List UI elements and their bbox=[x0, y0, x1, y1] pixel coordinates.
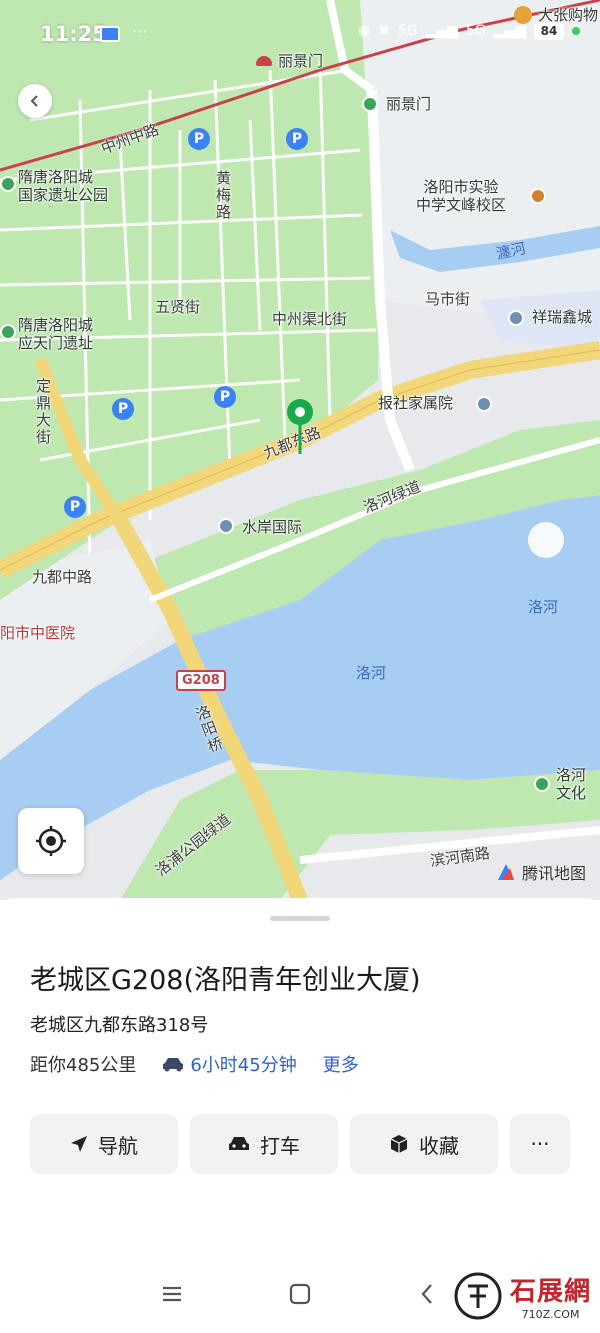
mute-icon: ✖ bbox=[378, 23, 390, 39]
place-meta-row: 距你485公里 6小时45分钟 更多 bbox=[30, 1051, 359, 1077]
favorite-label: 收藏 bbox=[419, 1133, 459, 1158]
notification-app-icon bbox=[100, 26, 120, 42]
map-view[interactable]: 丽景门 丽景门 中州中路 隋唐洛阳城 国家遗址公园 黄梅路 洛阳市实验 中学文峰… bbox=[0, 0, 600, 900]
taxi-label: 打车 bbox=[260, 1133, 300, 1158]
my-location-button[interactable] bbox=[18, 808, 84, 874]
map-label-xiangruixin[interactable]: 祥瑞鑫城 bbox=[532, 308, 592, 326]
status-bar: 11:25 ··· ◉ ✖ 5G ▂▄▆ 5G ▂▄▆ 84 bbox=[0, 0, 600, 64]
tencent-map-logo-icon bbox=[497, 864, 514, 880]
place-address: 老城区九都东路318号 bbox=[30, 1015, 209, 1036]
signal-icon: ▂▄▆ bbox=[425, 23, 458, 39]
residential-icon[interactable] bbox=[508, 310, 524, 326]
signal-icon: ▂▄▆ bbox=[493, 23, 526, 39]
watermark-seal-icon bbox=[454, 1272, 502, 1320]
navigation-arrow-icon bbox=[71, 1136, 87, 1152]
car-icon bbox=[163, 1058, 184, 1072]
route-shield-g208: G208 bbox=[176, 670, 226, 691]
back-icon[interactable] bbox=[416, 1282, 440, 1306]
crosshair-icon bbox=[36, 826, 66, 856]
scenic-icon[interactable] bbox=[362, 96, 378, 112]
map-label-lijingmen-poi[interactable]: 丽景门 bbox=[386, 95, 431, 113]
watermark-brand: 石展網 bbox=[510, 1277, 592, 1307]
map-label-mashi-jie: 马市街 bbox=[425, 290, 471, 308]
place-detail-sheet[interactable]: 老城区G208(洛阳青年创业大厦) 老城区九都东路318号 距你485公里 6小… bbox=[0, 898, 600, 1210]
parking-icon[interactable]: P bbox=[286, 128, 308, 150]
map-label-luohe-culture[interactable]: 洛河 文化 bbox=[556, 766, 586, 802]
battery-level: 84 bbox=[534, 22, 564, 40]
map-label-baoshe[interactable]: 报社家属院 bbox=[378, 394, 453, 412]
status-time: 11:25 bbox=[40, 22, 107, 46]
map-label-luohe-east: 洛河 bbox=[528, 598, 559, 616]
privacy-indicator bbox=[572, 27, 580, 35]
network-label-2: 5G bbox=[465, 23, 486, 39]
map-label-wuxian-jie: 五贤街 bbox=[155, 298, 201, 316]
map-label-dingding-dajie: 定鼎大街 bbox=[34, 378, 52, 446]
parking-icon[interactable]: P bbox=[64, 496, 86, 518]
distance-text: 距你485公里 bbox=[30, 1055, 137, 1076]
more-options-label: ··· bbox=[530, 1132, 550, 1156]
drive-time[interactable]: 6小时45分钟 bbox=[162, 1051, 297, 1077]
taxi-button[interactable]: 打车 bbox=[190, 1114, 338, 1174]
residential-icon[interactable] bbox=[476, 396, 492, 412]
parking-icon[interactable]: P bbox=[214, 386, 236, 408]
more-notifications-icon: ··· bbox=[132, 22, 148, 41]
parking-icon[interactable]: P bbox=[112, 398, 134, 420]
car-icon bbox=[229, 1137, 249, 1150]
selected-location-marker[interactable] bbox=[286, 398, 314, 456]
map-label-yingtianmen[interactable]: 隋唐洛阳城 应天门遗址 bbox=[18, 316, 93, 352]
back-button[interactable] bbox=[18, 84, 52, 118]
scenic-icon[interactable] bbox=[0, 324, 16, 340]
navigate-label: 导航 bbox=[98, 1133, 138, 1158]
map-label-hospital[interactable]: 阳市中医院 bbox=[0, 624, 75, 642]
map-label-luohe-center: 洛河 bbox=[356, 664, 387, 682]
scenic-icon[interactable] bbox=[534, 776, 550, 792]
menu-icon[interactable] bbox=[160, 1282, 184, 1306]
place-title: 老城区G208(洛阳青年创业大厦) bbox=[30, 965, 421, 996]
school-icon[interactable] bbox=[530, 188, 546, 204]
residential-icon[interactable] bbox=[218, 518, 234, 534]
map-label-school[interactable]: 洛阳市实验 中学文峰校区 bbox=[416, 178, 506, 214]
map-attribution: 腾讯地图 bbox=[496, 860, 586, 884]
map-label-huangmei-lu: 黄梅路 bbox=[214, 170, 232, 221]
network-label-1: 5G bbox=[397, 23, 418, 39]
drive-time-text: 6小时45分钟 bbox=[190, 1055, 297, 1076]
map-label-jiudu-zhonglu: 九都中路 bbox=[32, 568, 93, 586]
watermark-url: 710Z.COM bbox=[521, 1308, 580, 1321]
navigate-button[interactable]: 导航 bbox=[30, 1114, 178, 1174]
map-label-zhongzhouqu-beijie: 中州渠北街 bbox=[272, 310, 348, 328]
more-link[interactable]: 更多 bbox=[323, 1051, 359, 1077]
favorite-button[interactable]: 收藏 bbox=[350, 1114, 498, 1174]
watermark-logo: 石展網 710Z.COM bbox=[452, 1270, 591, 1322]
sheet-drag-handle[interactable] bbox=[270, 916, 330, 921]
home-icon[interactable] bbox=[288, 1282, 312, 1306]
scenic-icon[interactable] bbox=[0, 176, 16, 192]
action-button-row: 导航 打车 收藏 ··· bbox=[30, 1114, 570, 1174]
attribution-text: 腾讯地图 bbox=[521, 864, 586, 883]
map-label-shuian-guoji[interactable]: 水岸国际 bbox=[242, 518, 302, 536]
parking-icon[interactable]: P bbox=[188, 128, 210, 150]
cube-icon bbox=[390, 1135, 408, 1153]
location-icon: ◉ bbox=[357, 23, 371, 39]
more-options-button[interactable]: ··· bbox=[510, 1114, 570, 1174]
chevron-left-icon bbox=[30, 95, 38, 107]
map-label-suitang-park[interactable]: 隋唐洛阳城 国家遗址公园 bbox=[18, 168, 108, 204]
